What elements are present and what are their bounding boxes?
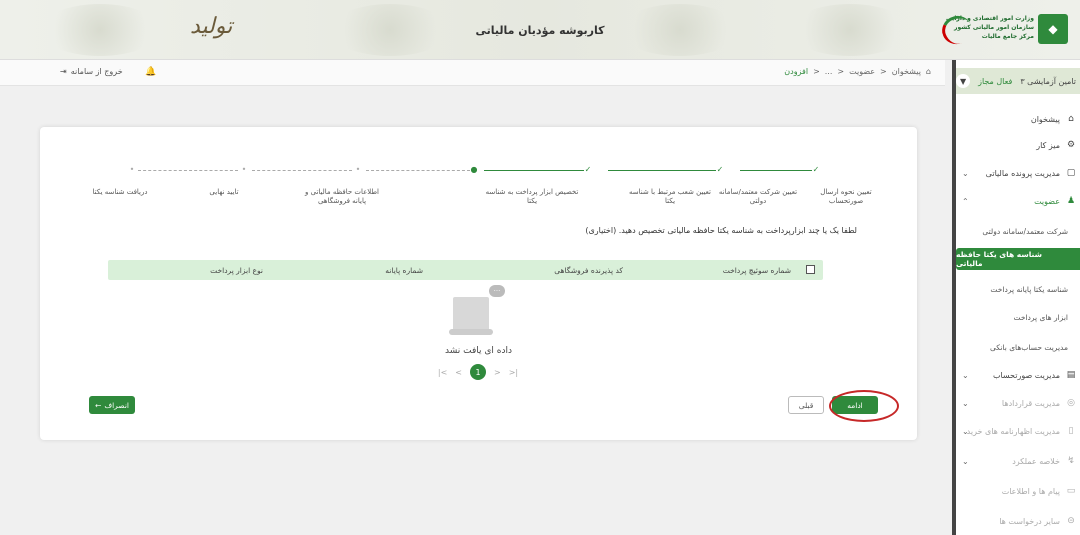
sidebar-item-requests[interactable]: سایر درخواست ها ⊝ bbox=[956, 512, 1080, 530]
sidebar-item-tax-file[interactable]: ⌄ مدیریت پرونده مالیاتی ▢ bbox=[956, 164, 1080, 182]
last-page-button[interactable]: >| bbox=[509, 368, 518, 377]
page-title: کاربوشه مؤدیان مالیاتی bbox=[475, 24, 605, 37]
sidebar-item-payment-tools[interactable]: ابزار های پرداخت bbox=[956, 308, 1080, 326]
sidebar: ▼ فعال مجاز تامین آزمایشی ۳ پیشخوان ⌂ میز… bbox=[952, 60, 1080, 535]
sidebar-item-workspace[interactable]: میز کار ⚙ bbox=[956, 136, 1080, 154]
step-pending-dot-icon: • bbox=[355, 165, 361, 174]
breadcrumb-item[interactable]: پیشخوان bbox=[892, 67, 921, 76]
chevron-down-icon: ⌄ bbox=[962, 456, 969, 466]
breadcrumb-item: ... bbox=[824, 67, 833, 76]
sidebar-item-terminal-id[interactable]: شناسه یکتا پایانه پرداخت bbox=[956, 280, 1080, 298]
sidebar-item-invoices[interactable]: ⌄ مدیریت صورتحساب ▤ bbox=[956, 366, 1080, 384]
column-header[interactable]: کد پذیرنده فروشگاهی bbox=[554, 266, 623, 275]
workspace-icon: ⚙ bbox=[1066, 140, 1076, 150]
step-connector bbox=[252, 170, 352, 171]
step-done-check-icon: ✓ bbox=[584, 165, 592, 174]
prev-page-button[interactable]: < bbox=[455, 368, 462, 377]
step-label: تخصیص ابزار پرداخت به شناسه یکتا bbox=[485, 188, 579, 205]
declaration-icon: ▯ bbox=[1068, 426, 1074, 436]
sidebar-item-trusted-company[interactable]: شرکت معتمد/سامانه دولتی bbox=[956, 222, 1080, 240]
first-page-button[interactable]: |< bbox=[438, 368, 447, 377]
step-done-check-icon: ✓ bbox=[716, 165, 724, 174]
highlight-circle bbox=[829, 390, 899, 422]
pagination: |< < 1 > >| bbox=[418, 364, 538, 380]
step-label: اطلاعات حافظه مالیاتی و پایانه فروشگاهی bbox=[305, 188, 379, 205]
sidebar-item-dashboard[interactable]: پیشخوان ⌂ bbox=[956, 110, 1080, 128]
sidebar-item-messages[interactable]: پیام ها و اطلاعات ▭ bbox=[956, 482, 1080, 500]
step-pending-dot-icon: • bbox=[129, 165, 135, 174]
app-header: تولید کاربوشه مؤدیان مالیاتی ◆ وزارت امو… bbox=[0, 0, 1080, 60]
invoice-icon: ▤ bbox=[1066, 370, 1076, 380]
exit-icon: ⇥ bbox=[60, 67, 67, 76]
step-connector bbox=[608, 170, 716, 171]
step-pending-dot-icon: • bbox=[241, 165, 247, 174]
summary-icon: ↯ bbox=[1067, 456, 1075, 466]
sidebar-item-declarations[interactable]: ⌄ مدیریت اظهارنامه های خرید ▯ bbox=[956, 422, 1080, 440]
step-connector bbox=[740, 170, 812, 171]
current-page-button[interactable]: 1 bbox=[470, 364, 486, 380]
column-header[interactable]: شماره سوئیچ پرداخت bbox=[723, 266, 791, 275]
home-icon: ⌂ bbox=[1068, 114, 1074, 124]
step-connector bbox=[484, 170, 584, 171]
step-current-dot-icon: ● bbox=[470, 165, 478, 174]
user-icon: ♟ bbox=[1066, 196, 1076, 206]
emblem-icon: ◆ bbox=[1038, 14, 1068, 44]
column-header[interactable]: نوع ابزار پرداخت bbox=[210, 266, 263, 275]
breadcrumb-current: افزودن bbox=[784, 67, 809, 76]
sidebar-item-contracts[interactable]: ⌄ مدیریت قراردادها ◎ bbox=[956, 394, 1080, 412]
empty-state-illustration: ... bbox=[449, 285, 505, 335]
next-page-button[interactable]: > bbox=[494, 368, 501, 377]
user-name: تامین آزمایشی ۳ bbox=[1020, 76, 1076, 86]
chevron-down-icon: ⌄ bbox=[962, 168, 969, 178]
step-label: دریافت شناسه یکتا bbox=[92, 188, 148, 196]
sidebar-item-membership[interactable]: ⌃ عضویت ♟ bbox=[956, 192, 1080, 210]
chevron-down-icon[interactable]: ▼ bbox=[956, 74, 971, 88]
user-selector[interactable]: ▼ فعال مجاز تامین آزمایشی ۳ bbox=[956, 68, 1080, 94]
chevron-up-icon: ⌃ bbox=[962, 196, 969, 206]
home-icon[interactable]: ⌂ bbox=[926, 67, 931, 76]
message-icon: ▭ bbox=[1066, 486, 1076, 496]
contract-icon: ◎ bbox=[1067, 398, 1075, 408]
step-label: تعیین نحوه ارسال صورتحساب bbox=[820, 188, 872, 205]
select-all-checkbox[interactable] bbox=[806, 265, 815, 274]
user-status: فعال مجاز bbox=[978, 76, 1013, 86]
chevron-down-icon: ⌄ bbox=[962, 398, 969, 408]
chevron-down-icon: ⌄ bbox=[962, 370, 969, 380]
sidebar-item-bank-accounts[interactable]: مدیریت حساب‌های بانکی bbox=[956, 338, 1080, 356]
step-done-check-icon: ✓ bbox=[812, 165, 820, 174]
instruction-text: لطفا یک یا چند ابزارپرداخت به شناسه یکتا… bbox=[585, 226, 857, 235]
sidebar-item-summary[interactable]: ⌄ خلاصه عملکرد ↯ bbox=[956, 452, 1080, 470]
sidebar-item-unique-ids[interactable]: شناسه های یکتا حافظه مالیاتی bbox=[956, 248, 1080, 270]
exit-label: خروج از سامانه bbox=[70, 67, 123, 76]
wizard-card: ✓ ✓ ✓ ● • • • تعیین نحوه ارسال صورتحساب … bbox=[40, 127, 917, 440]
tax-org-logo: ◆ وزارت امور اقتصادی و دارایی سازمان امو… bbox=[938, 11, 1068, 49]
bell-icon[interactable]: 🔔 bbox=[145, 67, 156, 77]
top-bar: ⇥ خروج از سامانه 🔔 ⌂ پیشخوان < عضویت < .… bbox=[0, 60, 945, 86]
step-label: تایید نهایی bbox=[209, 188, 239, 196]
empty-state-bubble: ... bbox=[489, 285, 505, 297]
breadcrumb-item[interactable]: عضویت bbox=[849, 67, 875, 76]
folder-icon: ▢ bbox=[1066, 168, 1076, 178]
step-connector bbox=[366, 170, 470, 171]
arrow-left-icon: ← bbox=[95, 400, 102, 410]
empty-state-text: داده ای یافت نشد bbox=[444, 346, 512, 356]
cancel-button[interactable]: ← انصراف bbox=[89, 396, 135, 414]
column-header[interactable]: شماره پایانه bbox=[385, 266, 423, 275]
step-connector bbox=[138, 170, 238, 171]
back-button[interactable]: قبلی bbox=[788, 396, 824, 414]
table-header: شماره سوئیچ پرداخت کد پذیرنده فروشگاهی ش… bbox=[108, 260, 823, 280]
step-label: تعیین شعب مرتبط با شناسه یکتا bbox=[628, 188, 712, 205]
step-label: تعیین شرکت معتمد/سامانه دولتی bbox=[718, 188, 798, 205]
request-icon: ⊝ bbox=[1067, 516, 1075, 526]
exit-button[interactable]: ⇥ خروج از سامانه bbox=[60, 67, 123, 76]
breadcrumb: ⌂ پیشخوان < عضویت < ... < افزودن bbox=[784, 67, 931, 76]
chevron-down-icon: ⌄ bbox=[962, 426, 969, 436]
